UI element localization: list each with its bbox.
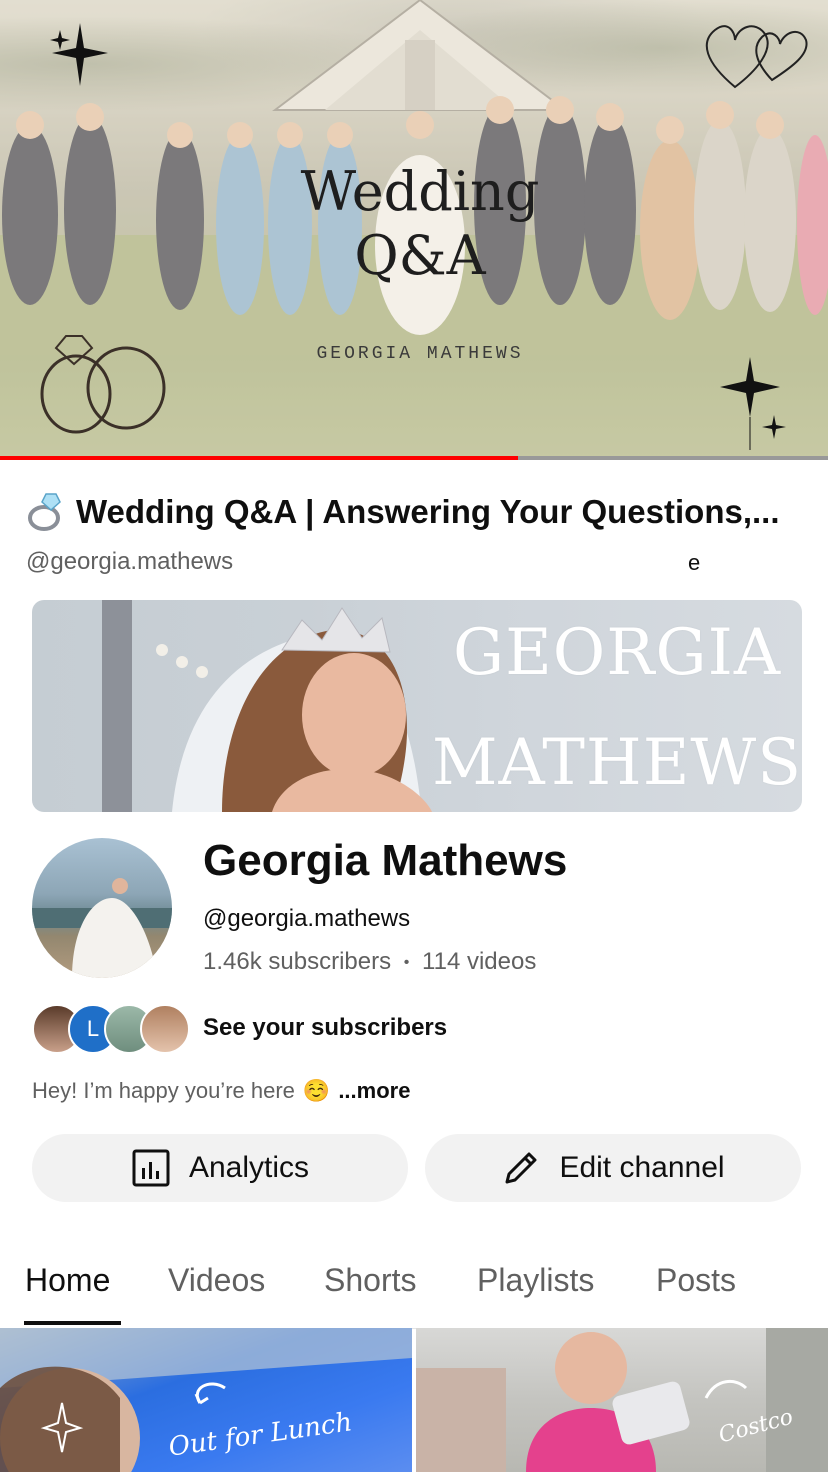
hearts-icon (705, 25, 808, 89)
hero-title-line1: Wedding (300, 160, 540, 223)
video-thumbnail[interactable]: Out for Lunch (0, 1328, 412, 1472)
smile-emoji-icon: ☺️ (302, 1078, 331, 1103)
more-link[interactable]: ...more (338, 1078, 410, 1104)
channel-banner: GEORGIA MATHEWS (32, 600, 802, 812)
video-count: 114 videos (422, 948, 537, 975)
sparkle-icon (50, 23, 108, 86)
analytics-button[interactable]: Analytics (32, 1134, 408, 1202)
analytics-label: Analytics (188, 1151, 310, 1184)
video-title[interactable]: Wedding Q&A | Answering Your Questions,.… (26, 492, 816, 532)
ring-icon (28, 493, 61, 531)
description-text: Hey! I’m happy you’re here (32, 1078, 295, 1103)
video-thumbnail[interactable]: Costco (416, 1328, 828, 1472)
banner-name-line1: GEORGIA (452, 616, 782, 690)
video-player[interactable]: Wedding Q&A GEORGIA MATHEWS (0, 0, 828, 458)
rings-icon (40, 335, 166, 434)
channel-handle: @georgia.mathews (203, 905, 411, 932)
analytics-icon (132, 1149, 170, 1187)
banner-name-line2: MATHEWS (431, 726, 802, 800)
see-subscribers-link[interactable]: See your subscribers (203, 1014, 447, 1042)
overlay-text-fragment: e (688, 550, 701, 575)
subscriber-avatar (140, 1004, 190, 1054)
channel-name: Georgia Mathews (203, 836, 568, 885)
avatar-photo (32, 878, 172, 978)
subscriber-avatars[interactable]: L (32, 1004, 190, 1054)
subscriber-count: 1.46k subscribers (203, 948, 392, 975)
tab-home[interactable]: Home (25, 1262, 110, 1299)
tab-shorts[interactable]: Shorts (324, 1262, 416, 1299)
video-title-text: Wedding Q&A | Answering Your Questions,.… (76, 493, 780, 530)
sparkle-icon (720, 357, 786, 450)
edit-channel-button[interactable]: Edit channel (425, 1134, 801, 1202)
channel-stats: 1.46k subscribers • 114 videos (203, 948, 536, 976)
active-tab-indicator (24, 1321, 121, 1325)
edit-channel-label: Edit channel (559, 1151, 725, 1184)
hero-subtitle: GEORGIA MATHEWS (316, 344, 524, 364)
tab-posts[interactable]: Posts (656, 1262, 736, 1299)
hero-title-line2: Q&A (354, 224, 486, 287)
hero-title: Wedding Q&A (260, 160, 580, 288)
thumbnail-photo (416, 1328, 828, 1472)
banner-photo (102, 600, 432, 812)
pencil-icon (505, 1152, 537, 1184)
stats-separator: • (403, 954, 410, 971)
tab-playlists[interactable]: Playlists (477, 1262, 594, 1299)
video-channel-handle[interactable]: @georgia.mathews (26, 548, 233, 576)
channel-avatar[interactable] (32, 838, 172, 978)
tab-videos[interactable]: Videos (168, 1262, 265, 1299)
channel-description[interactable]: Hey! I’m happy you’re here ☺️ ...more (32, 1078, 410, 1104)
